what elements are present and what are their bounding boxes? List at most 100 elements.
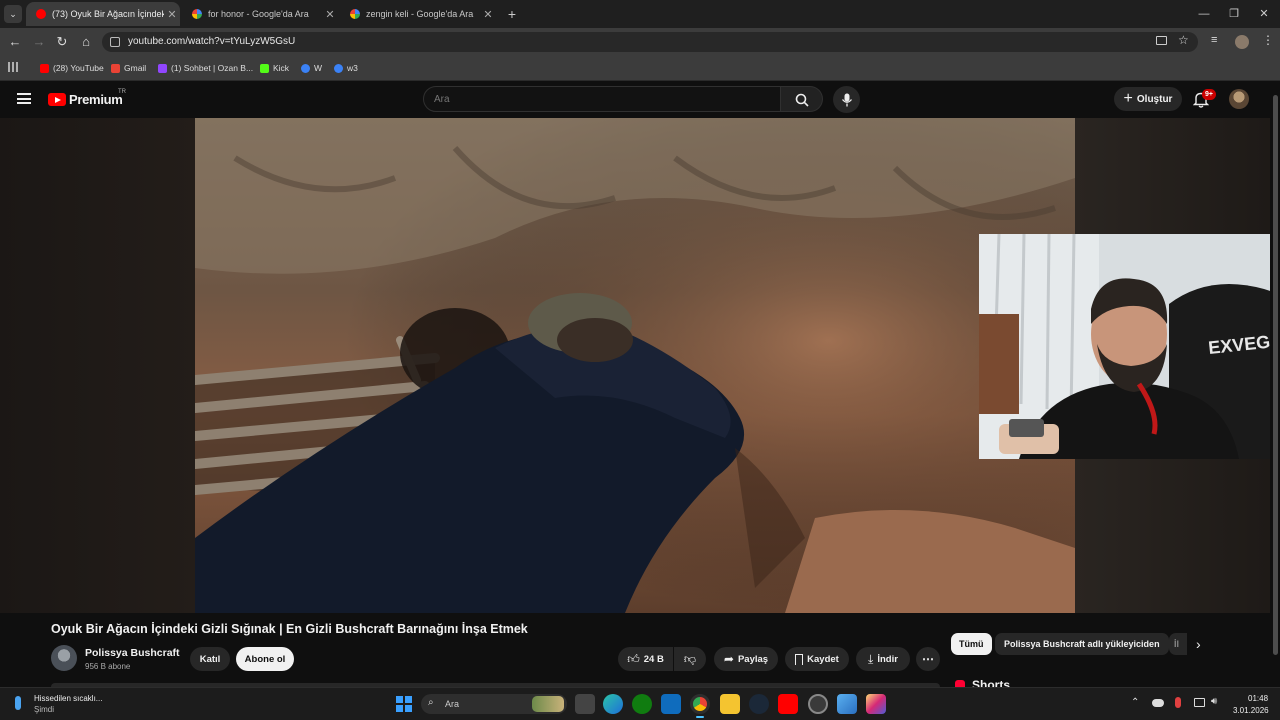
tab-title: zengin keli - Google'da Ara: [366, 9, 474, 19]
install-app-icon[interactable]: [1156, 36, 1167, 45]
youtube-favicon-icon: [36, 9, 46, 19]
video-title: Oyuk Bir Ağacın İçindeki Gizli Sığınak |…: [51, 622, 528, 636]
tab-for-honor[interactable]: for honor - Google'da Ara ✕: [182, 2, 338, 26]
voice-search-button[interactable]: [833, 86, 860, 113]
media-controls-icon[interactable]: ≡: [1211, 34, 1217, 46]
video-frame[interactable]: [195, 118, 1075, 613]
subscriber-count: 956 B abone: [85, 662, 131, 671]
url-text[interactable]: youtube.com/watch?v=tYuLyzW5GsU: [128, 36, 295, 47]
active-app-indicator: [696, 716, 704, 718]
close-window-icon[interactable]: ✕: [1250, 5, 1278, 23]
site-info-icon[interactable]: [110, 37, 120, 47]
chip-all[interactable]: Tümü: [951, 633, 992, 655]
microphone-tray-icon[interactable]: [1175, 697, 1181, 708]
dislike-button[interactable]: 👎︎: [674, 647, 706, 671]
task-view-icon[interactable]: [575, 694, 595, 714]
app-icon[interactable]: [808, 694, 828, 714]
globe-icon: [334, 63, 343, 73]
restore-icon[interactable]: ❐: [1220, 5, 1248, 23]
windows-start-icon[interactable]: [396, 696, 412, 712]
bookmark-label: (28) YouTube: [53, 63, 104, 73]
channel-name[interactable]: Polissya Bushcraft: [85, 647, 180, 659]
google-favicon-icon: [192, 9, 202, 19]
close-tab-icon[interactable]: ✕: [480, 8, 496, 21]
bookmark-star-icon[interactable]: ☆: [1178, 33, 1189, 47]
download-icon: ⤓: [868, 651, 874, 666]
profile-avatar-icon[interactable]: [1235, 35, 1249, 49]
speaker-icon[interactable]: 🔊︎: [1211, 696, 1217, 707]
download-button[interactable]: ⤓ İndir: [856, 647, 910, 671]
chevron-right-icon[interactable]: ›: [1196, 636, 1201, 652]
bookmark-kick[interactable]: Kick: [260, 61, 289, 75]
youtube-play-icon: [48, 93, 66, 106]
photos-icon[interactable]: [837, 694, 857, 714]
webcam-image: EXVEGA: [979, 234, 1280, 459]
tab-title: (73) Oyuk Bir Ağacın İçindeki Gi: [52, 9, 164, 19]
thumbs-up-icon: 👍︎: [627, 651, 640, 666]
like-button[interactable]: 👍︎ 24 B: [618, 647, 673, 671]
page-scrollbar[interactable]: [1270, 81, 1280, 687]
create-label: Oluştur: [1136, 93, 1173, 105]
youtube-app-icon[interactable]: [778, 694, 798, 714]
bookmark-w3[interactable]: w3: [334, 61, 358, 75]
save-button[interactable]: Kaydet: [785, 647, 849, 671]
new-tab-icon[interactable]: +: [504, 5, 520, 23]
bookmark-gmail[interactable]: Gmail: [111, 61, 146, 75]
bookmark-sohbet[interactable]: (1) Sohbet | Ozan B...: [158, 61, 253, 75]
steam-icon[interactable]: [749, 694, 769, 714]
back-icon[interactable]: ←: [6, 33, 24, 51]
bookmark-label: W: [314, 63, 323, 73]
twitch-icon: [158, 63, 167, 73]
edge-icon[interactable]: [603, 694, 623, 714]
forward-icon[interactable]: →: [30, 33, 48, 51]
youtube-logo[interactable]: Premium: [48, 92, 123, 107]
tab-youtube-video[interactable]: (73) Oyuk Bir Ağacın İçindeki Gi ✕: [26, 2, 180, 26]
chrome-icon[interactable]: [690, 694, 710, 714]
home-icon[interactable]: ⌂: [77, 33, 95, 51]
create-button[interactable]: + Oluştur: [1114, 87, 1182, 111]
thermometer-icon[interactable]: [15, 696, 21, 710]
onedrive-icon[interactable]: [1152, 699, 1164, 707]
search-input[interactable]: [423, 86, 781, 112]
minimize-icon[interactable]: —: [1190, 5, 1218, 23]
share-label: Paylaş: [737, 653, 769, 665]
bookmark-youtube[interactable]: (28) YouTube: [40, 61, 104, 75]
tab-zengin-keli[interactable]: zengin keli - Google'da Ara ✕: [340, 2, 496, 26]
clock-date[interactable]: 3.01.2026: [1233, 706, 1269, 715]
close-tab-icon[interactable]: ✕: [322, 8, 338, 21]
bookmark-icon: [795, 653, 804, 665]
tab-search-button[interactable]: ⌄: [4, 5, 22, 23]
webcam-overlay: EXVEGA: [979, 234, 1280, 459]
region-label: TR: [118, 89, 126, 95]
join-button[interactable]: Katıl: [190, 647, 230, 671]
menu-kebab-icon[interactable]: ⋮: [1262, 33, 1274, 47]
kick-icon: [260, 63, 269, 73]
chevron-up-icon[interactable]: ⌃: [1131, 697, 1139, 708]
channel-avatar[interactable]: [51, 645, 77, 671]
bookmark-w[interactable]: W: [301, 61, 322, 75]
instagram-icon[interactable]: [866, 694, 886, 714]
apps-grid-icon[interactable]: [8, 62, 18, 72]
chip-from-uploader[interactable]: Polissya Bushcraft adlı yükleyiciden: [995, 633, 1169, 655]
chip-partial[interactable]: İl: [1169, 633, 1187, 655]
outlook-icon[interactable]: [661, 694, 681, 714]
share-button[interactable]: ➦ Paylaş: [714, 647, 778, 671]
scroll-thumb[interactable]: [1273, 95, 1278, 655]
bookmark-label: w3: [347, 63, 358, 73]
display-icon[interactable]: [1194, 698, 1205, 707]
plus-icon: +: [1123, 90, 1133, 107]
more-actions-button[interactable]: ⋯: [916, 647, 940, 671]
microphone-icon: [841, 93, 852, 106]
notification-badge: 9+: [1202, 89, 1216, 100]
account-avatar[interactable]: [1229, 89, 1249, 109]
reload-icon[interactable]: ↻: [53, 33, 71, 51]
clock-time[interactable]: 01:48: [1248, 694, 1268, 703]
search-button[interactable]: [781, 86, 823, 112]
subscribe-button[interactable]: Abone ol: [236, 647, 294, 671]
weather-title[interactable]: Hissedilen sıcaklı...: [34, 694, 102, 703]
file-explorer-icon[interactable]: [720, 694, 740, 714]
close-tab-icon[interactable]: ✕: [164, 8, 180, 21]
gmail-icon: [111, 63, 120, 73]
hamburger-menu-icon[interactable]: [17, 93, 31, 104]
xbox-icon[interactable]: [632, 694, 652, 714]
